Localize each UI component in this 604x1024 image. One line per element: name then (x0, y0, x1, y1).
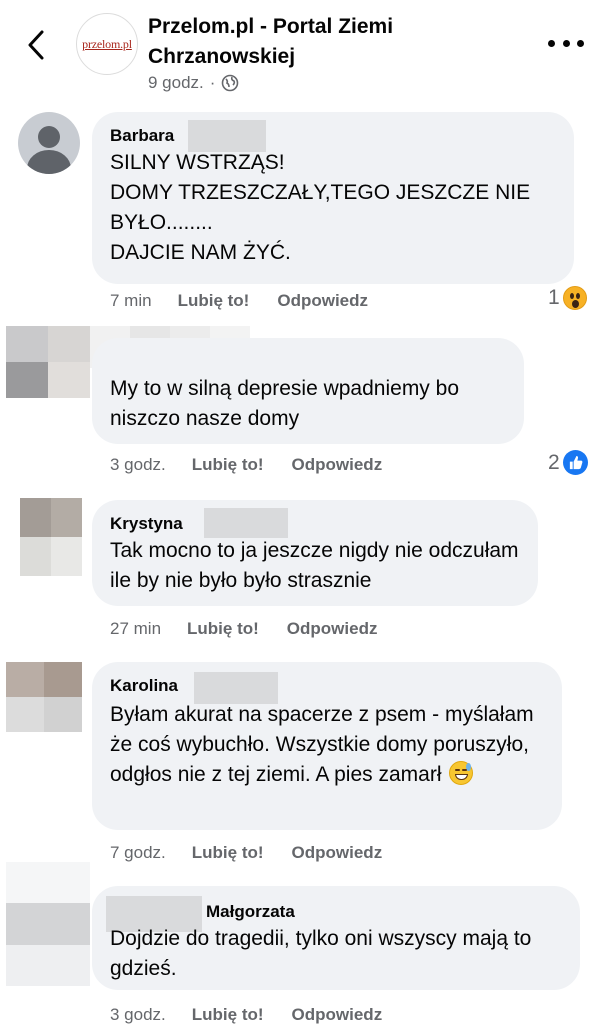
comment-author[interactable]: Małgorzata (206, 902, 295, 922)
comment-author[interactable]: Barbara (110, 126, 174, 146)
comment-actions: 3 godz. Lubię to! Odpowiedz (110, 1003, 382, 1024)
comment-bubble: Krystyna Tak mocno to ja jeszcze nigdy n… (92, 500, 538, 606)
avatar[interactable] (6, 662, 82, 732)
more-dot (562, 39, 570, 47)
post-time[interactable]: 9 godz. (148, 73, 204, 93)
like-button[interactable]: Lubię to! (192, 455, 264, 475)
reply-button[interactable]: Odpowiedz (277, 291, 368, 311)
reply-button[interactable]: Odpowiedz (287, 619, 378, 639)
reaction-summary[interactable]: 1 (548, 286, 587, 310)
reaction-count: 1 (548, 286, 560, 309)
comment-actions: 3 godz. Lubię to! Odpowiedz (110, 453, 382, 477)
grinning-sweat-emoji-icon (449, 761, 474, 785)
comment-time[interactable]: 3 godz. (110, 1005, 166, 1024)
avatar[interactable] (18, 112, 80, 174)
comment-time[interactable]: 3 godz. (110, 455, 166, 475)
avatar[interactable] (20, 498, 82, 576)
like-button[interactable]: Lubię to! (192, 843, 264, 863)
avatar[interactable] (6, 326, 90, 398)
more-dot (577, 39, 584, 47)
chevron-left-icon (28, 30, 44, 60)
comment-actions: 27 min Lubię to! Odpowiedz (110, 617, 377, 641)
more-options-button[interactable] (548, 30, 584, 56)
comment-author[interactable]: Karolina (110, 676, 178, 696)
reaction-summary[interactable]: 2 (548, 450, 588, 475)
comment-text: My to w silną depresie wpadniemy bo nisz… (110, 377, 460, 430)
like-reaction-icon (562, 450, 588, 475)
comment-author[interactable]: Krystyna (110, 514, 183, 534)
comment-time[interactable]: 27 min (110, 619, 161, 639)
redacted-name (204, 508, 288, 538)
page-logo-text: przelom.pl (82, 36, 132, 51)
comment-bubble: Karolina Byłam akurat na spacerze z psem… (92, 662, 562, 830)
post-header: przelom.pl Przelom.pl - Portal Ziemi Chr… (0, 0, 604, 108)
post-meta: 9 godz. · (148, 73, 239, 93)
wow-emoji-icon (562, 286, 587, 310)
meta-separator: · (209, 73, 216, 92)
avatar[interactable] (6, 862, 90, 986)
page-name[interactable]: Przelom.pl - Portal Ziemi Chrzanowskiej (148, 12, 478, 72)
comment-time[interactable]: 7 min (110, 291, 152, 311)
comment-actions: 7 godz. Lubię to! Odpowiedz (110, 841, 382, 865)
comment-bubble: Barbara SILNY WSTRZĄS! DOMY TRZESZCZAŁY,… (92, 112, 574, 284)
globe-icon (222, 74, 239, 92)
comment-actions: 7 min Lubię to! Odpowiedz (110, 289, 368, 313)
comment-text: Dojdzie do tragedii, tylko oni wszyscy m… (110, 927, 532, 980)
like-button[interactable]: Lubię to! (192, 1005, 264, 1024)
comment-text: Byłam akurat na spacerze z psem - myślał… (110, 700, 550, 790)
reply-button[interactable]: Odpowiedz (292, 455, 383, 475)
like-button[interactable]: Lubię to! (187, 619, 259, 639)
comment-text: Tak mocno to ja jeszcze nigdy nie odczuł… (110, 539, 519, 592)
comment-bubble: Małgorzata Dojdzie do tragedii, tylko on… (92, 886, 580, 990)
comment-text: SILNY WSTRZĄS! DOMY TRZESZCZAŁY,TEGO JES… (110, 151, 531, 264)
reaction-count: 2 (548, 450, 560, 474)
comment-time[interactable]: 7 godz. (110, 843, 166, 863)
back-button[interactable] (22, 28, 52, 62)
comment-bubble: My to w silną depresie wpadniemy bo nisz… (92, 338, 524, 444)
like-button[interactable]: Lubię to! (178, 291, 250, 311)
more-dot (548, 39, 555, 47)
page-avatar[interactable]: przelom.pl (76, 13, 138, 75)
reply-button[interactable]: Odpowiedz (292, 1005, 383, 1024)
reply-button[interactable]: Odpowiedz (292, 843, 383, 863)
